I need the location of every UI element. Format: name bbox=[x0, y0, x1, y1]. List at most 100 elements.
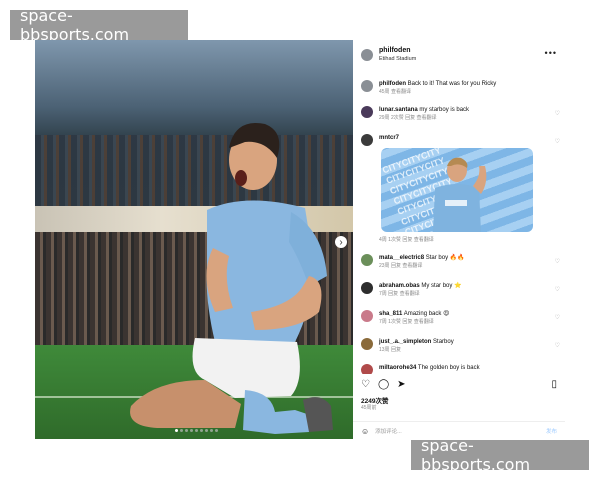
carousel-dots bbox=[175, 429, 218, 432]
comment-time: 29周 bbox=[379, 115, 390, 121]
carousel-dot bbox=[200, 429, 203, 432]
comment-icon[interactable]: ◯ bbox=[378, 379, 389, 390]
comment-body: lunar.santana my starboy is back 29周 2次赞… bbox=[379, 106, 557, 122]
comment: just_.a._simpleton Starboy 13周 回复 bbox=[361, 338, 557, 354]
comment-time: 4周 bbox=[379, 237, 387, 243]
player-figure bbox=[130, 123, 333, 434]
comment-time: 23周 bbox=[379, 263, 390, 269]
emoji-icon: 😍 bbox=[443, 311, 450, 317]
like-heart-icon[interactable]: ♡ bbox=[555, 138, 560, 145]
carousel-next-button[interactable]: › bbox=[335, 236, 347, 248]
comment: sha_811 Amazing back 😍 7周 1次赞 回复 查看翻译 bbox=[361, 310, 557, 326]
comment-time: 13周 bbox=[379, 347, 390, 353]
comment-text: Amazing back bbox=[403, 311, 442, 317]
comment-likes[interactable]: 1次赞 bbox=[388, 237, 401, 243]
watermark-top: space-bbsports.com bbox=[10, 6, 188, 44]
comment-likes[interactable]: 2次赞 bbox=[391, 115, 404, 121]
comment-time: 7周 bbox=[379, 319, 387, 325]
carousel-dot bbox=[195, 429, 198, 432]
like-heart-icon[interactable]: ♡ bbox=[555, 314, 560, 321]
comment-body: mata__electric8 Star boy 🔥🔥 23周 回复 查看翻译 bbox=[379, 254, 557, 270]
reply-link[interactable]: 回复 bbox=[391, 347, 401, 353]
comment: mata__electric8 Star boy 🔥🔥 23周 回复 查看翻译 bbox=[361, 254, 557, 270]
like-heart-icon[interactable]: ♡ bbox=[555, 286, 560, 293]
comment-user[interactable]: miltaorohe34 bbox=[379, 365, 416, 371]
comment-body: sha_811 Amazing back 😍 7周 1次赞 回复 查看翻译 bbox=[379, 310, 557, 326]
translate-link[interactable]: 查看翻译 bbox=[417, 115, 437, 121]
post-location[interactable]: Etihad Stadium bbox=[379, 55, 416, 64]
avatar[interactable] bbox=[361, 134, 373, 146]
avatar[interactable] bbox=[361, 49, 373, 61]
comment-user[interactable]: just_.a._simpleton bbox=[379, 339, 431, 345]
avatar[interactable] bbox=[361, 106, 373, 118]
comment-meta: 13周 回复 bbox=[379, 346, 557, 354]
carousel-dot bbox=[215, 429, 218, 432]
reply-link[interactable]: 回复 bbox=[402, 237, 412, 243]
translate-link[interactable]: 查看翻译 bbox=[414, 319, 434, 325]
comment-user[interactable]: mntcr7 bbox=[379, 135, 399, 141]
comment-meta: 45周 查看翻译 bbox=[379, 88, 557, 96]
comment-body: mntcr7 bbox=[379, 134, 557, 146]
translate-link[interactable]: 查看翻译 bbox=[400, 291, 420, 297]
comment-body: miltaorohe34 The golden boy is back bbox=[379, 364, 557, 374]
fire-icon: 🔥🔥 bbox=[449, 255, 465, 261]
comment-time: 7周 bbox=[379, 291, 387, 297]
comment-body: abraham.obas My star boy ⭐ 7周 回复 查看翻译 bbox=[379, 282, 557, 298]
like-heart-icon[interactable]: ♡ bbox=[555, 258, 560, 265]
comment-meta-row: 4周 1次赞 回复 查看翻译 bbox=[361, 236, 557, 244]
comment-text: The golden boy is back bbox=[417, 365, 480, 371]
watermark-text: space-bbsports.com bbox=[20, 6, 130, 44]
comment-user[interactable]: mata__electric8 bbox=[379, 255, 424, 261]
reply-link[interactable]: 回复 bbox=[391, 263, 401, 269]
comment-text: Back to it! That was for you Ricky bbox=[407, 81, 497, 87]
post-author: philfoden Etihad Stadium bbox=[379, 46, 416, 64]
comment-meta: 7周 回复 查看翻译 bbox=[379, 290, 557, 298]
comment-user[interactable]: lunar.santana bbox=[379, 107, 418, 113]
avatar[interactable] bbox=[361, 254, 373, 266]
avatar[interactable] bbox=[361, 310, 373, 322]
reply-link[interactable]: 回复 bbox=[405, 115, 415, 121]
comment-time: 45周 bbox=[379, 89, 390, 95]
post-time: 45周前 bbox=[361, 405, 377, 411]
carousel-dot bbox=[180, 429, 183, 432]
reply-link[interactable]: 回复 bbox=[388, 291, 398, 297]
reply-link[interactable]: 回复 bbox=[402, 319, 412, 325]
avatar[interactable] bbox=[361, 364, 373, 374]
like-heart-icon[interactable]: ♡ bbox=[555, 110, 560, 117]
post-button[interactable]: 发布 bbox=[546, 427, 557, 435]
comment-text: my starboy is back bbox=[419, 107, 470, 113]
post-photo: › bbox=[35, 40, 353, 439]
comment-input[interactable]: 添加评论... bbox=[375, 427, 402, 435]
comment-image[interactable]: CITYCITYCITY CITYCITYCITY CITYCITYCITY CITY… bbox=[381, 148, 533, 232]
comment-body: just_.a._simpleton Starboy 13周 回复 bbox=[379, 338, 557, 354]
comment-text: Star boy bbox=[425, 255, 449, 261]
carousel-dot bbox=[205, 429, 208, 432]
avatar[interactable] bbox=[361, 80, 373, 92]
like-heart-icon[interactable]: ♡ bbox=[555, 342, 560, 349]
translate-link[interactable]: 查看翻译 bbox=[402, 263, 422, 269]
comment-meta: 29周 2次赞 回复 查看翻译 bbox=[379, 114, 557, 122]
translate-link[interactable]: 查看翻译 bbox=[391, 89, 411, 95]
carousel-dot bbox=[210, 429, 213, 432]
more-options-icon[interactable]: ••• bbox=[545, 48, 557, 58]
emoji-picker-icon[interactable]: ☺ bbox=[361, 427, 369, 436]
comment-user[interactable]: sha_811 bbox=[379, 311, 402, 317]
avatar[interactable] bbox=[361, 338, 373, 350]
comment-user[interactable]: abraham.obas bbox=[379, 283, 420, 289]
author-username[interactable]: philfoden bbox=[379, 46, 416, 55]
share-icon[interactable]: ➤ bbox=[397, 379, 405, 390]
comment-meta: 7周 1次赞 回复 查看翻译 bbox=[379, 318, 557, 326]
comments-panel: philfoden Etihad Stadium ••• philfoden B… bbox=[353, 40, 565, 439]
sticker-player bbox=[433, 157, 487, 232]
like-icon[interactable]: ♡ bbox=[361, 379, 370, 390]
comment: miltaorohe34 The golden boy is back bbox=[361, 364, 557, 374]
carousel-dot bbox=[175, 429, 178, 432]
star-icon: ⭐ bbox=[454, 283, 462, 289]
carousel-dot bbox=[190, 429, 193, 432]
avatar[interactable] bbox=[361, 282, 373, 294]
bookmark-icon[interactable]: ▯ bbox=[551, 379, 557, 390]
comment-user[interactable]: philfoden bbox=[379, 81, 406, 87]
watermark-text: space-bbsports.com bbox=[421, 436, 531, 474]
translate-link[interactable]: 查看翻译 bbox=[414, 237, 434, 243]
comment-likes[interactable]: 1次赞 bbox=[388, 319, 401, 325]
